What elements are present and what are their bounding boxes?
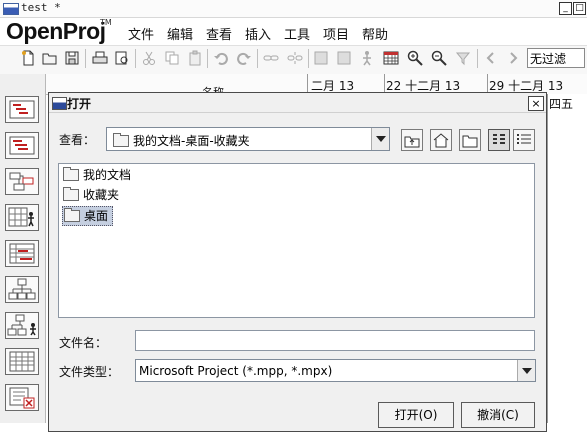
- calendar-icon[interactable]: [383, 50, 399, 66]
- details-view-button[interactable]: [513, 129, 535, 151]
- print-preview-icon[interactable]: [114, 50, 130, 66]
- maximize-button[interactable]: □: [573, 2, 586, 15]
- file-item-label: 收藏夹: [83, 188, 120, 202]
- column-divider: [384, 74, 385, 94]
- task-info-icon[interactable]: [313, 50, 329, 66]
- assign-resources-icon[interactable]: [359, 50, 375, 66]
- file-item-favorites[interactable]: 收藏夹: [62, 186, 123, 204]
- file-type-label: 文件类型：: [59, 365, 120, 379]
- filter-icon[interactable]: [455, 50, 471, 66]
- gantt-chart-area: [547, 94, 587, 423]
- rbs-view-icon[interactable]: [5, 312, 39, 339]
- undo-icon[interactable]: [213, 50, 229, 66]
- look-in-select[interactable]: 我的文档-桌面-收藏夹: [106, 127, 390, 151]
- folder-icon: [63, 166, 79, 181]
- up-one-level-button[interactable]: [401, 129, 423, 151]
- column-divider: [307, 74, 308, 94]
- file-item-label: 我的文档: [83, 168, 132, 182]
- file-list[interactable]: 我的文档 收藏夹 桌面: [58, 163, 535, 318]
- open-button[interactable]: 打开(O): [378, 402, 454, 428]
- toolbar-separator: [308, 49, 309, 68]
- dialog-title-bar: [49, 93, 546, 113]
- open-folder-icon[interactable]: [42, 50, 58, 66]
- menu-file[interactable]: 文件: [128, 24, 154, 43]
- weekday-header: 四五: [549, 97, 574, 111]
- paste-icon[interactable]: [187, 50, 203, 66]
- print-icon[interactable]: [92, 50, 108, 66]
- task-notes-icon[interactable]: [336, 50, 352, 66]
- file-type-value: Microsoft Project (*.mpp, *.mpx): [139, 364, 333, 378]
- toolbar-separator: [207, 49, 208, 68]
- cancel-button[interactable]: 撤消(C): [461, 402, 535, 428]
- menu-edit[interactable]: 编辑: [167, 24, 193, 43]
- unlink-icon[interactable]: [287, 50, 303, 66]
- filter-select[interactable]: 无过滤: [527, 48, 585, 68]
- gantt-view-icon[interactable]: [5, 96, 39, 123]
- toolbar-separator: [135, 49, 136, 68]
- minimize-button[interactable]: _: [559, 2, 572, 15]
- file-item-label: 桌面: [84, 209, 109, 223]
- chevron-down-icon[interactable]: [517, 360, 535, 381]
- copy-icon[interactable]: [164, 50, 180, 66]
- scroll-right-icon[interactable]: [505, 50, 521, 66]
- toolbar-separator: [85, 49, 86, 68]
- network-view-icon[interactable]: [5, 168, 39, 195]
- app-window-icon: [3, 3, 19, 15]
- new-document-icon[interactable]: [20, 50, 36, 66]
- dialog-close-button[interactable]: ×: [528, 96, 544, 111]
- look-in-label: 查看：: [59, 133, 96, 147]
- menu-view[interactable]: 查看: [206, 24, 232, 43]
- menu-project[interactable]: 项目: [323, 24, 349, 43]
- logo-trademark: TM: [100, 18, 112, 27]
- file-type-select[interactable]: Microsoft Project (*.mpp, *.mpx): [135, 359, 536, 382]
- home-button[interactable]: [430, 129, 452, 151]
- task-sheet-view-icon[interactable]: [5, 240, 39, 267]
- list-view-button[interactable]: [488, 129, 510, 151]
- look-in-value: 我的文档-桌面-收藏夹: [133, 134, 250, 148]
- task-usage-view-icon[interactable]: [5, 132, 39, 159]
- link-icon[interactable]: [263, 50, 279, 66]
- file-item-my-documents[interactable]: 我的文档: [62, 166, 135, 184]
- folder-icon: [63, 186, 79, 201]
- column-divider: [487, 74, 488, 94]
- report-view-icon[interactable]: [5, 348, 39, 375]
- openproj-logo: OpenProj: [6, 18, 106, 44]
- file-name-label: 文件名：: [59, 336, 108, 350]
- scroll-left-icon[interactable]: [483, 50, 499, 66]
- redo-icon[interactable]: [236, 50, 252, 66]
- title-bar: [0, 0, 587, 18]
- menu-insert[interactable]: 插入: [245, 24, 271, 43]
- folder-icon: [113, 133, 129, 147]
- menu-help[interactable]: 帮助: [362, 24, 388, 43]
- dialog-title: 打开: [67, 97, 92, 111]
- wbs-view-icon[interactable]: [5, 276, 39, 303]
- cut-icon[interactable]: [141, 50, 157, 66]
- folder-icon: [64, 207, 80, 222]
- menu-tools[interactable]: 工具: [284, 24, 310, 43]
- zoom-in-icon[interactable]: [407, 50, 423, 66]
- dialog-window-icon: [52, 97, 67, 110]
- project-view-icon[interactable]: [5, 384, 39, 411]
- save-icon[interactable]: [64, 50, 80, 66]
- file-item-desktop[interactable]: 桌面: [62, 206, 114, 226]
- zoom-out-icon[interactable]: [431, 50, 447, 66]
- chevron-down-icon[interactable]: [371, 128, 389, 150]
- file-name-input[interactable]: [135, 330, 535, 351]
- toolbar-separator: [477, 49, 478, 68]
- window-title: test *: [21, 1, 61, 14]
- resource-view-icon[interactable]: [5, 204, 39, 231]
- toolbar-separator: [257, 49, 258, 68]
- new-folder-button[interactable]: [459, 129, 481, 151]
